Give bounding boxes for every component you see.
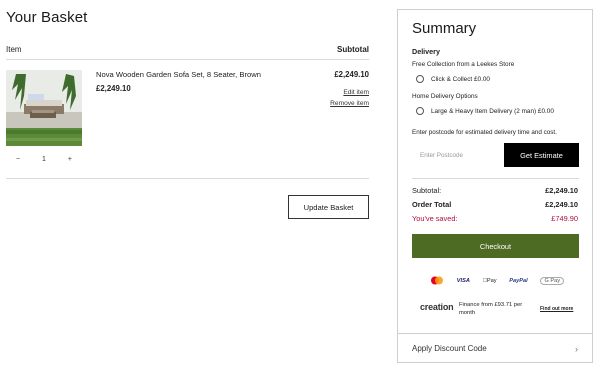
postcode-hint: Enter postcode for estimated delivery ti… [412,129,557,136]
remove-item-link[interactable]: Remove item [330,100,369,107]
payment-methods: VISA Pay PayPal G Pay [430,272,564,290]
checkout-button[interactable]: Checkout [412,234,579,258]
apple-pay-icon: Pay [483,278,497,284]
product-name[interactable]: Nova Wooden Garden Sofa Set, 8 Seater, B… [96,70,261,79]
paypal-icon: PayPal [508,278,527,284]
column-header-subtotal: Subtotal [337,45,369,54]
header-divider [6,59,369,60]
edit-item-link[interactable]: Edit item [343,89,369,96]
saved-value: £749.90 [551,214,578,223]
apply-discount-code[interactable]: Apply Discount Code › [398,333,592,363]
get-estimate-button[interactable]: Get Estimate [504,143,579,167]
product-image[interactable] [6,70,82,146]
saved-row: You've saved: £749.90 [412,214,578,223]
home-delivery-heading: Home Delivery Options [412,93,478,100]
saved-label: You've saved: [412,214,458,223]
item-divider [6,178,369,179]
subtotal-value: £2,249.10 [545,186,578,195]
qty-decrease-button[interactable]: − [16,156,20,163]
postcode-input[interactable] [412,143,502,167]
large-delivery-label: Large & Heavy Item Delivery (2 man) £0.0… [431,107,554,115]
column-header-item: Item [6,45,22,54]
order-total-label: Order Total [412,200,452,209]
large-delivery-radio[interactable] [416,107,424,115]
visa-icon: VISA [456,278,470,284]
finance-text: Finance from £93.71 per month [459,302,523,316]
subtotal-row: Subtotal: £2,249.10 [412,186,578,195]
line-subtotal: £2,249.10 [334,70,369,79]
product-unit-price: £2,249.10 [96,84,131,93]
click-collect-radio[interactable] [416,75,424,83]
summary-title: Summary [412,20,477,37]
order-summary-panel: Summary Delivery Free Collection from a … [397,9,593,363]
large-delivery-option[interactable]: Large & Heavy Item Delivery (2 man) £0.0… [416,107,554,115]
quantity-stepper: − 1 + [16,154,72,164]
qty-value[interactable]: 1 [42,156,46,163]
mastercard-icon [430,272,444,290]
delivery-heading: Delivery [412,47,440,56]
find-out-more-link[interactable]: Find out more [540,306,573,312]
order-total-value: £2,249.10 [545,200,578,209]
click-collect-option[interactable]: Click & Collect £0.00 [416,75,490,83]
summary-divider [412,178,579,179]
chevron-right-icon: › [575,343,578,354]
free-collection-heading: Free Collection from a Leekes Store [412,61,515,68]
subtotal-label: Subtotal: [412,186,442,195]
qty-increase-button[interactable]: + [68,156,72,163]
page-title: Your Basket [6,9,88,26]
order-total-row: Order Total £2,249.10 [412,200,578,209]
creation-finance-logo: creation [420,302,454,312]
click-collect-label: Click & Collect £0.00 [431,75,490,83]
google-pay-icon: G Pay [540,277,564,285]
discount-label: Apply Discount Code [412,344,487,353]
update-basket-button[interactable]: Update Basket [288,195,369,219]
